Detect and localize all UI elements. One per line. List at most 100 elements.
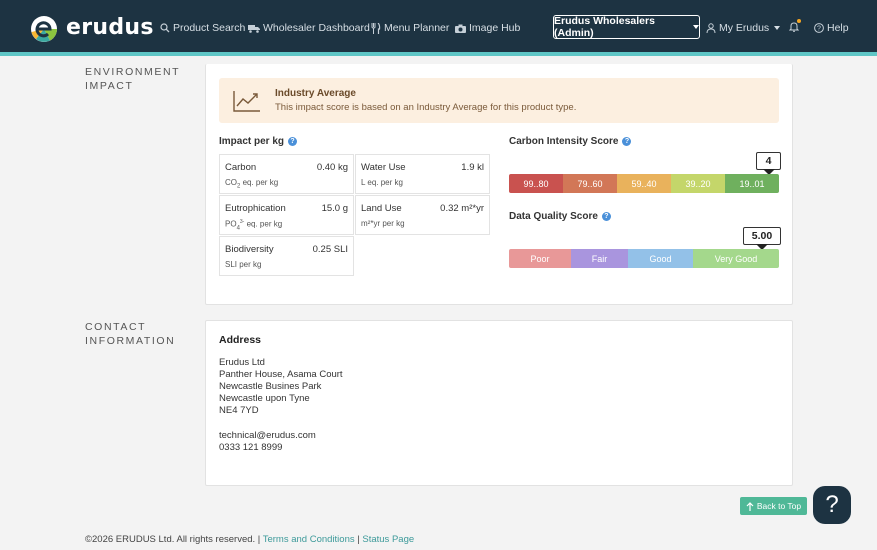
score-segment: 19..01: [725, 174, 779, 193]
logo-mark-icon: [31, 16, 57, 42]
question-mark-icon: ?: [825, 491, 839, 518]
question-icon[interactable]: ?: [601, 212, 611, 221]
nav-image-hub[interactable]: Image Hub: [455, 22, 520, 34]
top-nav: erudus Product Search Wholesaler Dashboa…: [0, 0, 877, 56]
impact-value: 0.40 kg: [316, 162, 348, 173]
impact-per-kg-label: Impact per kg: [219, 136, 285, 147]
impact-cell-eutrophication: Eutrophication 15.0 g PO43- eq. per kg: [219, 195, 354, 235]
question-icon[interactable]: ?: [622, 137, 632, 146]
help-chat-button[interactable]: ?: [813, 486, 851, 524]
unit-prefix: CO: [225, 178, 237, 187]
back-to-top-button[interactable]: Back to Top: [740, 497, 807, 515]
unit-sub: 4: [236, 225, 240, 232]
environment-section-label: Environment Impact: [85, 66, 180, 92]
banner-title: Industry Average: [275, 88, 356, 99]
data-quality-bar: Poor Fair Good Very Good: [509, 249, 779, 268]
unit-rest: eq. per kg: [244, 219, 283, 229]
impact-value: 0.32 m²*yr: [440, 203, 484, 214]
nav-menu-planner-label: Menu Planner: [384, 22, 450, 34]
notification-dot: [797, 19, 801, 23]
impact-value: 0.25 SLI: [312, 244, 348, 255]
impact-name: Carbon: [225, 162, 257, 173]
impact-cell-biodiversity: Biodiversity 0.25 SLI SLI per kg: [219, 236, 354, 276]
data-quality-heading: Data Quality Score ?: [509, 211, 611, 222]
unit-rest: eq. per kg: [240, 178, 279, 187]
contact-section-label: Contact Information: [85, 321, 176, 347]
contact-email: technical@erudus.com: [219, 430, 316, 441]
industry-average-banner: Industry Average This impact score is ba…: [219, 78, 779, 123]
banner-text: This impact score is based on an Industr…: [275, 102, 577, 113]
footer-separator: |: [357, 534, 360, 545]
score-segment: 79..60: [563, 174, 617, 193]
carbon-intensity-label: Carbon Intensity Score: [509, 136, 619, 147]
search-icon: [160, 23, 170, 33]
truck-icon: [248, 24, 260, 33]
impact-name: Land Use: [361, 203, 402, 214]
notifications-button[interactable]: [789, 19, 801, 32]
help-label: Help: [827, 22, 849, 34]
score-segment: Good: [628, 249, 693, 268]
carbon-intensity-bar: 99..80 79..60 59..40 39..20 19..01: [509, 174, 779, 193]
logo-text: erudus: [66, 15, 154, 40]
address-line: Newcastle Busines Park: [219, 381, 322, 392]
cutlery-icon: [371, 22, 381, 34]
impact-unit: SLI per kg: [225, 260, 262, 269]
nav-wholesaler-dashboard[interactable]: Wholesaler Dashboard: [248, 22, 370, 34]
score-segment: 39..20: [671, 174, 725, 193]
camera-icon: [455, 24, 466, 33]
copyright: ©2026 ERUDUS Ltd. All rights reserved.: [85, 534, 256, 545]
nav-menu-planner[interactable]: Menu Planner: [371, 22, 449, 34]
organisation-selector[interactable]: Erudus Wholesalers (Admin): [553, 15, 700, 39]
my-erudus-menu[interactable]: My Erudus: [706, 22, 781, 34]
chevron-down-icon: [774, 26, 781, 30]
nav-product-search-label: Product Search: [173, 22, 246, 34]
carbon-intensity-heading: Carbon Intensity Score ?: [509, 136, 632, 147]
impact-unit: L eq. per kg: [361, 178, 403, 187]
address-line: NE4 7YD: [219, 405, 259, 416]
my-erudus-label: My Erudus: [719, 22, 770, 34]
impact-value: 1.9 kl: [461, 162, 484, 173]
nav-image-hub-label: Image Hub: [469, 22, 521, 34]
carbon-score-marker: 4: [756, 152, 781, 175]
contact-phone: 0333 121 8999: [219, 442, 283, 453]
score-segment: Fair: [571, 249, 628, 268]
score-segment: 99..80: [509, 174, 563, 193]
impact-cell-land-use: Land Use 0.32 m²*yr m²*yr per kg: [355, 195, 490, 235]
address-line: Panther House, Asama Court: [219, 369, 343, 380]
impact-unit: m²*yr per kg: [361, 219, 405, 228]
trend-chart-icon: [233, 91, 260, 112]
footer-separator: |: [257, 534, 261, 545]
address-heading: Address: [219, 334, 262, 346]
bell-icon-wrap: [789, 19, 801, 32]
help-icon: ?: [814, 23, 824, 33]
address-line: Newcastle upon Tyne: [219, 393, 310, 404]
terms-link[interactable]: Terms and Conditions: [263, 534, 355, 545]
impact-cell-carbon: Carbon 0.40 kg CO2 eq. per kg: [219, 154, 354, 194]
address-line: Erudus Ltd: [219, 357, 265, 368]
impact-unit: PO43- eq. per kg: [225, 219, 282, 231]
nav-product-search[interactable]: Product Search: [160, 22, 245, 34]
arrow-up-icon: [746, 501, 754, 511]
user-icon: [706, 23, 716, 33]
impact-per-kg-heading: Impact per kg ?: [219, 136, 298, 147]
footer: ©2026 ERUDUS Ltd. All rights reserved. |…: [85, 534, 414, 545]
chevron-down-icon: [693, 25, 699, 29]
question-icon[interactable]: ?: [288, 137, 298, 146]
quality-score-marker: 5.00: [743, 227, 781, 250]
back-to-top-label: Back to Top: [756, 501, 802, 511]
impact-value: 15.0 g: [321, 203, 348, 214]
impact-name: Biodiversity: [225, 244, 274, 255]
data-quality-label: Data Quality Score: [509, 211, 598, 222]
svg-text:?: ?: [817, 26, 821, 33]
erudus-logo[interactable]: erudus: [30, 14, 153, 44]
status-page-link[interactable]: Status Page: [362, 534, 414, 545]
impact-cell-water-use: Water Use 1.9 kl L eq. per kg: [355, 154, 490, 194]
nav-wholesaler-dashboard-label: Wholesaler Dashboard: [263, 22, 370, 34]
help-link[interactable]: ? Help: [814, 22, 849, 34]
unit-prefix: PO: [225, 219, 237, 229]
score-segment: 59..40: [617, 174, 671, 193]
score-segment: Poor: [509, 249, 571, 268]
impact-name: Water Use: [361, 162, 406, 173]
score-segment: Very Good: [693, 249, 779, 268]
organisation-selector-label: Erudus Wholesalers (Admin): [554, 15, 655, 39]
